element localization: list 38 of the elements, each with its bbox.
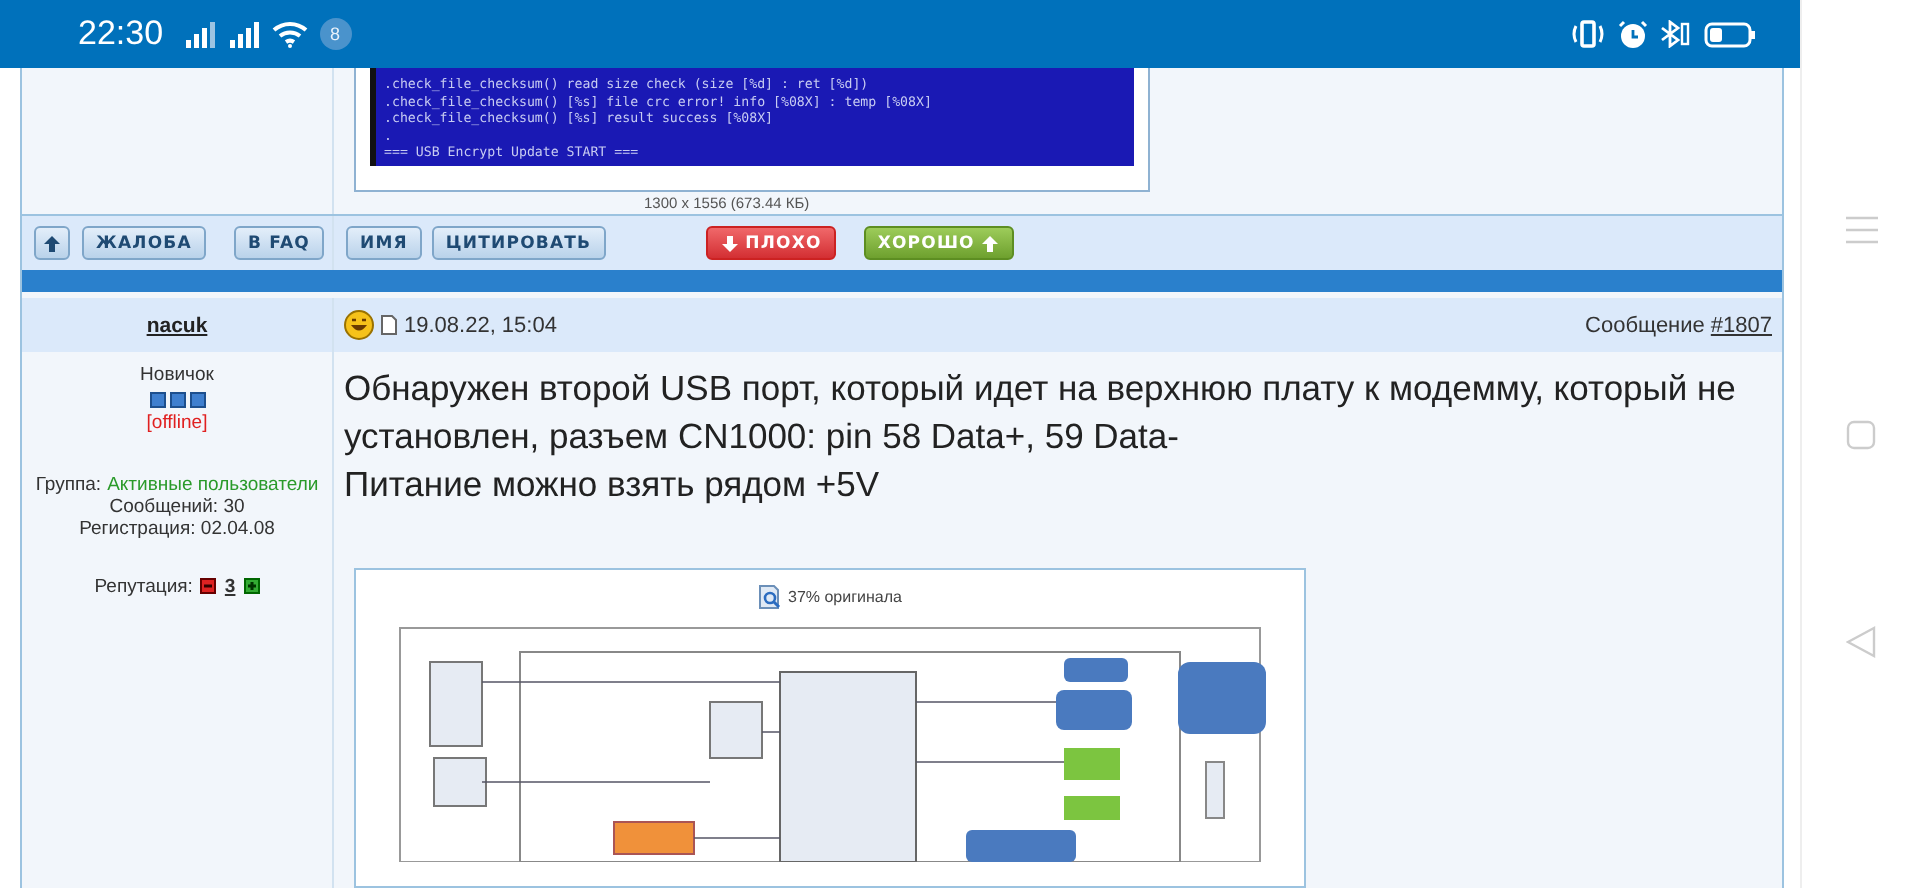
user-rank: Новичок [140,363,214,386]
up-button[interactable] [34,226,70,261]
action-button[interactable]: ЖАЛОБА [82,226,206,261]
smiley-icon [344,310,374,341]
action-button[interactable]: ЦИТИРОВАТЬ [431,226,606,261]
registration-date: Регистрация: 02.04.08 [79,517,275,540]
arrow-down-icon [719,233,740,254]
plus-icon[interactable] [243,578,260,595]
zoom-document-icon[interactable] [758,583,782,610]
alarm-icon [1618,19,1648,49]
action-button[interactable]: В FAQ [233,226,325,261]
document-icon [380,314,398,337]
author-link[interactable]: nacuk [146,313,208,338]
message-number-link[interactable]: #1807 [1710,313,1772,338]
message-count: Сообщений: 30 [109,495,245,518]
battery-icon [1704,21,1756,47]
zoom-label[interactable]: 37% оригинала [788,587,902,606]
signal-icon [227,21,260,47]
arrow-up-icon [980,233,1001,254]
user-group: Активные пользователи [107,473,319,496]
arrow-up-icon [42,233,62,254]
post-text: Обнаружен второй USB порт, который идет на верхнюю плату к модемму, который не установлен, разъем CN1000: pin 58 Data+, 59 Data- Питание можно взять рядом +5V [344,365,1738,508]
clock-time: 22:30 [78,14,164,54]
bluetooth-icon [1660,20,1692,48]
reputation-label: Репутация: [94,575,193,598]
post-date: 19.08.22, 15:04 [404,313,557,338]
wifi-icon [271,20,308,48]
rank-pips-icon [149,391,205,408]
action-button[interactable]: ИМЯ [346,226,422,261]
message-label: Сообщение [1585,313,1705,338]
vibrate-icon [1570,20,1606,48]
signal-icon [183,21,216,47]
minus-icon[interactable] [200,578,217,595]
reputation-link[interactable]: 3 [224,575,236,598]
notification-badge: 8 [319,18,352,50]
online-status: [offline] [146,411,208,434]
dislike-button[interactable]: ПЛОХО [705,226,836,261]
group-label: Группа: [35,473,102,496]
